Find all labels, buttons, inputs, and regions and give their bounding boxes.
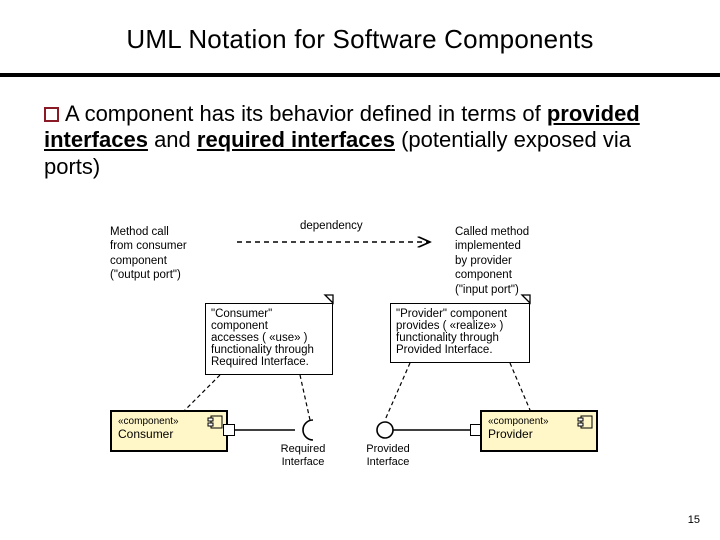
consumer-component: «component» Consumer	[110, 410, 228, 452]
required-interface-icon	[235, 420, 325, 444]
bullet-text-mid: and	[148, 127, 197, 152]
uml-diagram: Method call from consumer component ("ou…	[110, 225, 610, 485]
provided-interface-icon	[373, 420, 473, 444]
bullet-bold-required: required interfaces	[197, 127, 395, 152]
consumer-name: Consumer	[118, 427, 220, 441]
bullet-text-pre: A component has its behavior defined in …	[65, 101, 547, 126]
output-port-icon	[223, 424, 235, 436]
bullet-paragraph: A component has its behavior defined in …	[0, 77, 720, 180]
consumer-stereotype: «component»	[118, 416, 220, 427]
required-interface-label: Required Interface	[273, 443, 333, 468]
provider-stereotype: «component»	[488, 416, 590, 427]
bullet-square-icon	[44, 107, 59, 122]
provider-component: «component» Provider	[480, 410, 598, 452]
component-icon	[578, 416, 592, 428]
page-number: 15	[688, 514, 700, 526]
provider-name: Provider	[488, 427, 590, 441]
component-icon	[208, 416, 222, 428]
slide-title: UML Notation for Software Components	[0, 0, 720, 55]
provided-interface-label: Provided Interface	[358, 443, 418, 468]
